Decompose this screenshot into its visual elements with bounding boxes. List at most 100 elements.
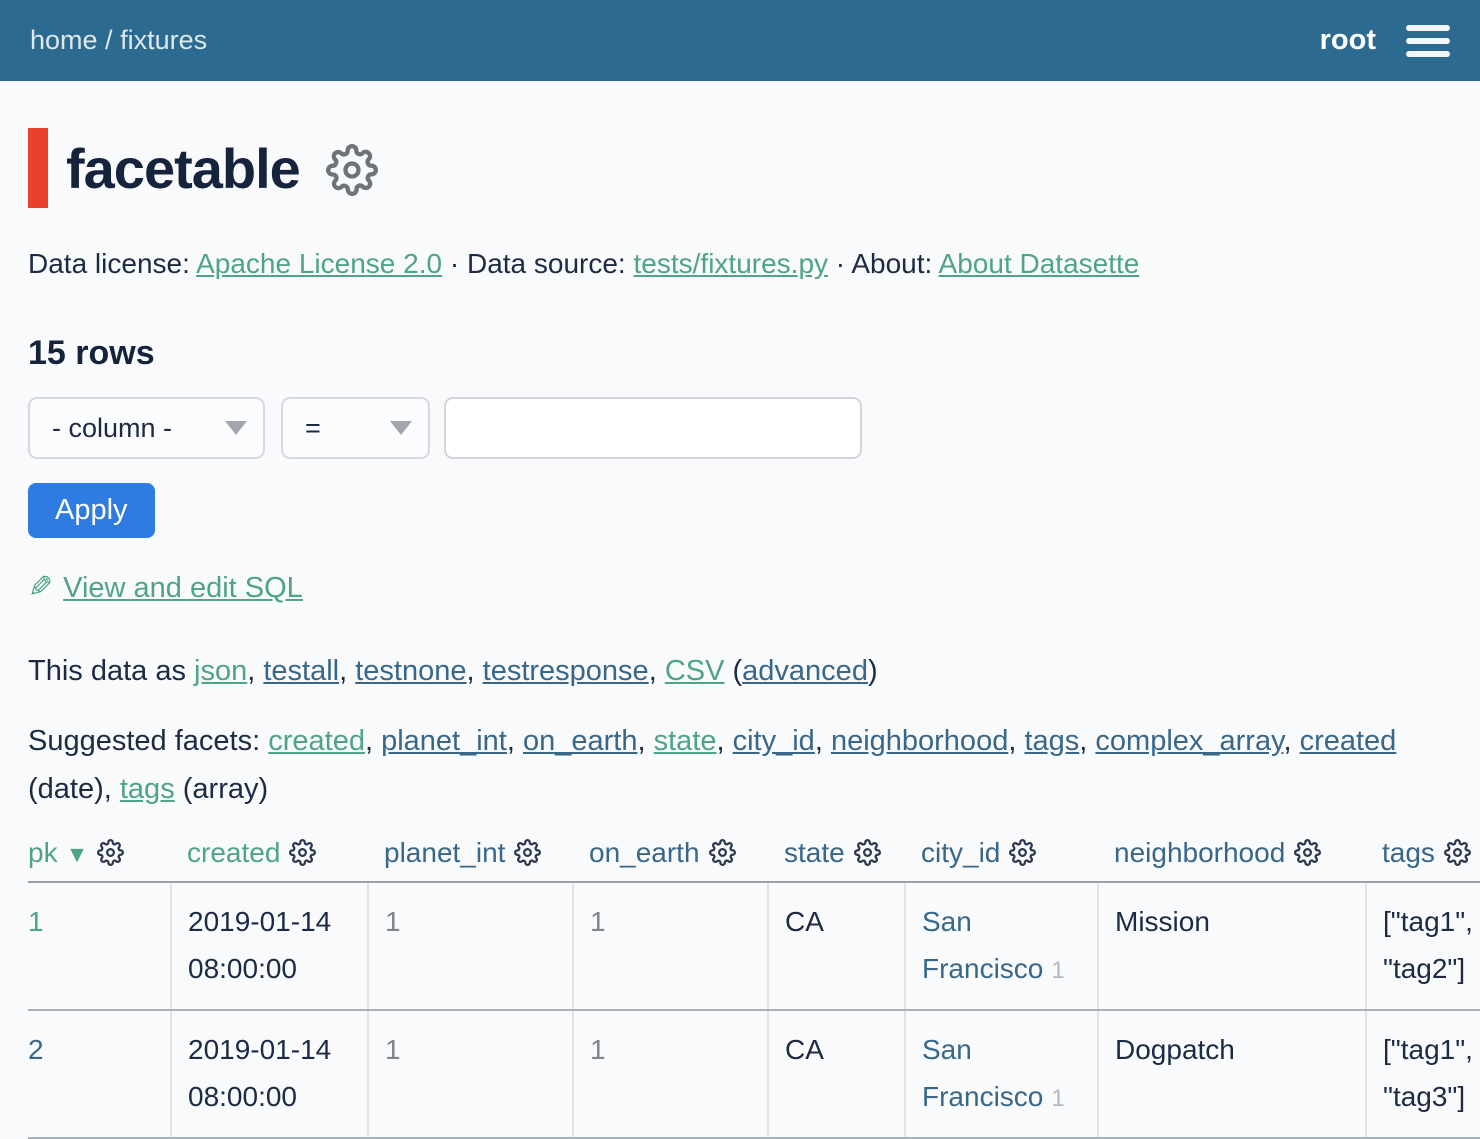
state-value: CA <box>785 906 824 937</box>
hamburger-bar <box>1406 25 1450 31</box>
city-id-badge: 1 <box>1051 1085 1064 1112</box>
logged-in-user-link[interactable]: root <box>1320 24 1376 57</box>
column-gear-icon[interactable] <box>709 839 736 866</box>
facet-link-tags-array[interactable]: tags <box>120 773 175 805</box>
on-earth-value: 1 <box>590 1034 606 1065</box>
planet-int-value: 1 <box>385 906 401 937</box>
column-header-state-link[interactable]: state <box>784 837 845 868</box>
sort-desc-icon: ▼ <box>66 841 89 867</box>
export-link-advanced[interactable]: advanced <box>742 655 868 687</box>
facet-link-state[interactable]: state <box>654 725 717 757</box>
column-gear-icon[interactable] <box>1009 839 1036 866</box>
column-gear-icon[interactable] <box>289 839 316 866</box>
cell-on-earth: 1 <box>573 882 768 1010</box>
separator: ( <box>724 655 742 687</box>
column-gear-icon[interactable] <box>97 839 124 866</box>
row-pk-link[interactable]: 2 <box>28 1034 44 1065</box>
filter-column-value: - column - <box>52 413 172 444</box>
export-links-line: This data as json, testall, testnone, te… <box>28 649 1480 693</box>
column-header-on-earth-link[interactable]: on_earth <box>589 837 700 868</box>
breadcrumb: home / fixtures <box>30 25 207 56</box>
column-gear-icon[interactable] <box>514 839 541 866</box>
topbar-right: root <box>1320 21 1450 61</box>
separator: , <box>365 725 381 757</box>
filter-operator-select[interactable]: = <box>281 397 430 459</box>
license-link[interactable]: Apache License 2.0 <box>196 248 442 279</box>
row-pk-link[interactable]: 1 <box>28 906 44 937</box>
column-header-tags: tags <box>1366 837 1480 882</box>
export-link-testnone[interactable]: testnone <box>355 655 466 687</box>
tags-value: ["tag1", "tag2"] <box>1383 906 1473 984</box>
column-header-planet-int-link[interactable]: planet_int <box>384 837 505 868</box>
export-link-testall[interactable]: testall <box>263 655 339 687</box>
column-header-pk: pk ▼ <box>28 837 171 882</box>
facet-link-planet-int[interactable]: planet_int <box>381 725 507 757</box>
top-navigation-bar: home / fixtures root <box>0 0 1480 81</box>
filter-column-select[interactable]: - column - <box>28 397 265 459</box>
cell-state: CA <box>768 882 905 1010</box>
facet-link-complex-array[interactable]: complex_array <box>1095 725 1283 757</box>
column-gear-icon[interactable] <box>854 839 881 866</box>
source-label: Data source: <box>467 248 634 279</box>
filter-value-input[interactable] <box>444 397 862 459</box>
column-header-created: created <box>171 837 368 882</box>
created-value: 2019-01-14 08:00:00 <box>188 906 331 984</box>
data-source-link[interactable]: tests/fixtures.py <box>634 248 829 279</box>
separator: , <box>247 655 263 687</box>
results-table-container: pk ▼ created planet_int on_earth state <box>28 837 1480 1139</box>
neighborhood-value: Dogpatch <box>1115 1034 1235 1065</box>
column-header-planet-int: planet_int <box>368 837 573 882</box>
column-header-pk-link[interactable]: pk <box>28 837 58 868</box>
chevron-down-icon <box>390 421 412 435</box>
column-gear-icon[interactable] <box>1444 839 1471 866</box>
view-edit-sql-link[interactable]: View and edit SQL <box>63 572 303 604</box>
separator: , <box>1283 725 1299 757</box>
table-header-row: pk ▼ created planet_int on_earth state <box>28 837 1480 882</box>
column-header-neighborhood: neighborhood <box>1098 837 1366 882</box>
cell-planet-int: 1 <box>368 882 573 1010</box>
column-header-on-earth: on_earth <box>573 837 768 882</box>
about-label: About: <box>851 248 938 279</box>
separator: (date), <box>28 773 120 805</box>
tags-value: ["tag1", "tag3"] <box>1383 1034 1473 1112</box>
page-title: facetable <box>66 136 300 201</box>
export-prefix: This data as <box>28 655 194 687</box>
facet-link-neighborhood[interactable]: neighborhood <box>831 725 1008 757</box>
export-link-json[interactable]: json <box>194 655 247 687</box>
dot-separator: · <box>828 248 851 279</box>
facet-link-on-earth[interactable]: on_earth <box>523 725 638 757</box>
cell-state: CA <box>768 1010 905 1138</box>
pencil-icon: ✎ <box>28 570 53 605</box>
cell-neighborhood: Dogpatch <box>1098 1010 1366 1138</box>
separator: , <box>507 725 523 757</box>
cell-tags: ["tag1", "tag3"] <box>1366 1010 1480 1138</box>
cell-city-id: San Francisco1 <box>905 882 1098 1010</box>
column-gear-icon[interactable] <box>1294 839 1321 866</box>
export-link-csv[interactable]: CSV <box>665 655 725 687</box>
apply-button[interactable]: Apply <box>28 483 155 538</box>
breadcrumb-database-link[interactable]: fixtures <box>120 25 207 55</box>
facet-link-created-date[interactable]: created <box>1300 725 1397 757</box>
dot-separator: · <box>442 248 467 279</box>
cell-pk: 1 <box>28 882 171 1010</box>
city-link[interactable]: San Francisco <box>922 1034 1043 1112</box>
column-header-tags-link[interactable]: tags <box>1382 837 1435 868</box>
table-settings-gear-icon[interactable] <box>326 144 378 196</box>
about-link[interactable]: About Datasette <box>939 248 1140 279</box>
column-header-created-link[interactable]: created <box>187 837 280 868</box>
city-link[interactable]: San Francisco <box>922 906 1043 984</box>
facet-link-city-id[interactable]: city_id <box>733 725 815 757</box>
on-earth-value: 1 <box>590 906 606 937</box>
export-link-testresponse[interactable]: testresponse <box>483 655 649 687</box>
filter-row: - column - = <box>28 397 1480 459</box>
hamburger-menu-icon[interactable] <box>1406 21 1450 61</box>
cell-created: 2019-01-14 08:00:00 <box>171 1010 368 1138</box>
cell-city-id: San Francisco 1 <box>905 1010 1098 1138</box>
column-header-neighborhood-link[interactable]: neighborhood <box>1114 837 1285 868</box>
facet-link-tags[interactable]: tags <box>1024 725 1079 757</box>
title-accent-bar <box>28 128 48 208</box>
breadcrumb-home-link[interactable]: home <box>30 25 98 55</box>
column-header-city-id-link[interactable]: city_id <box>921 837 1000 868</box>
cell-pk: 2 <box>28 1010 171 1138</box>
facet-link-created[interactable]: created <box>268 725 365 757</box>
